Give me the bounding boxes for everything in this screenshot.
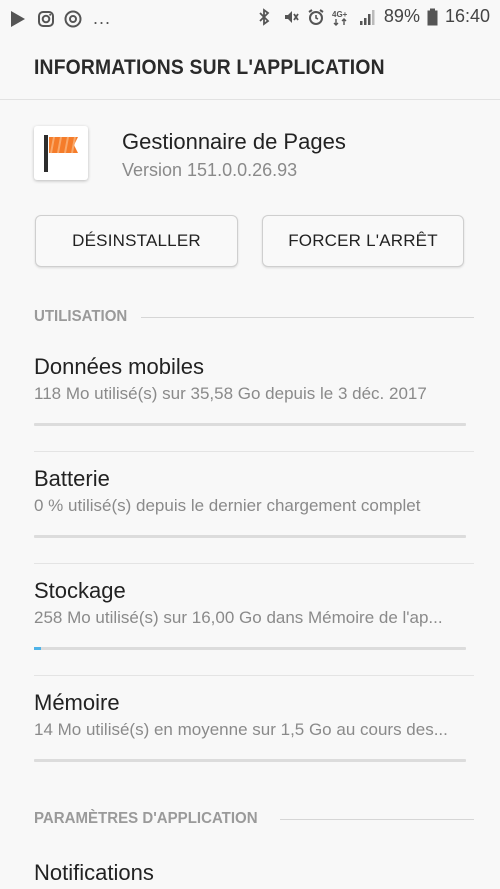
mute-icon	[282, 8, 300, 26]
network-4g-icon: 4G+	[332, 8, 352, 26]
row-title: Batterie	[34, 466, 110, 491]
usage-bar	[34, 647, 466, 650]
clock: 16:40	[444, 6, 490, 26]
battery-percent: 89%	[383, 6, 420, 26]
notifications-item[interactable]: Notifications	[34, 860, 154, 886]
force-stop-button[interactable]: FORCER L'ARRÊT	[262, 215, 464, 267]
section-divider	[141, 316, 474, 318]
battery-icon	[427, 8, 438, 26]
row-title: Stockage	[34, 578, 126, 603]
row-subtitle: 0 % utilisé(s) depuis le dernier chargem…	[34, 496, 421, 515]
play-store-icon	[10, 10, 28, 28]
signal-icon	[359, 8, 377, 26]
app-settings-section-label: PARAMÈTRES D'APPLICATION	[34, 810, 258, 827]
usage-row-memory[interactable]: Mémoire 14 Mo utilisé(s) en moyenne sur …	[0, 676, 500, 788]
instagram-icon	[37, 10, 55, 28]
app-settings-section-header: PARAMÈTRES D'APPLICATION	[34, 807, 474, 831]
row-title: Mémoire	[34, 690, 120, 715]
row-subtitle: 14 Mo utilisé(s) en moyenne sur 1,5 Go a…	[34, 720, 448, 739]
row-title: Données mobiles	[34, 354, 204, 379]
status-bar-right: 4G+ 89% 16:40	[257, 6, 490, 27]
usage-row-storage[interactable]: Stockage 258 Mo utilisé(s) sur 16,00 Go …	[0, 564, 500, 676]
alarm-icon	[307, 8, 325, 26]
usage-bar-fill	[34, 647, 41, 650]
status-bar-left: ...	[10, 8, 111, 29]
status-bar: ... 4G+ 89% 16:40	[0, 0, 500, 36]
usage-row-battery[interactable]: Batterie 0 % utilisé(s) depuis le dernie…	[0, 452, 500, 564]
pages-manager-flag-icon	[34, 126, 88, 180]
app-name: Gestionnaire de Pages	[122, 129, 346, 154]
network-label: 4G+	[332, 10, 348, 19]
app-bar: INFORMATIONS SUR L'APPLICATION	[0, 36, 500, 100]
usage-bar	[34, 535, 466, 538]
usage-bar	[34, 423, 466, 426]
messenger-icon	[64, 10, 82, 28]
page-title: INFORMATIONS SUR L'APPLICATION	[34, 56, 385, 79]
section-divider	[279, 818, 474, 820]
row-subtitle: 118 Mo utilisé(s) sur 35,58 Go depuis le…	[34, 384, 427, 403]
row-subtitle: 258 Mo utilisé(s) sur 16,00 Go dans Mémo…	[34, 608, 443, 627]
bluetooth-icon	[257, 7, 275, 26]
usage-section-header: UTILISATION	[34, 305, 474, 329]
usage-section-label: UTILISATION	[34, 308, 128, 325]
usage-bar	[34, 759, 466, 762]
app-version: Version 151.0.0.26.93	[122, 160, 298, 180]
more-notifications: ...	[93, 8, 112, 28]
uninstall-button[interactable]: DÉSINSTALLER	[35, 215, 238, 267]
usage-row-mobile-data[interactable]: Données mobiles 118 Mo utilisé(s) sur 35…	[0, 340, 500, 452]
